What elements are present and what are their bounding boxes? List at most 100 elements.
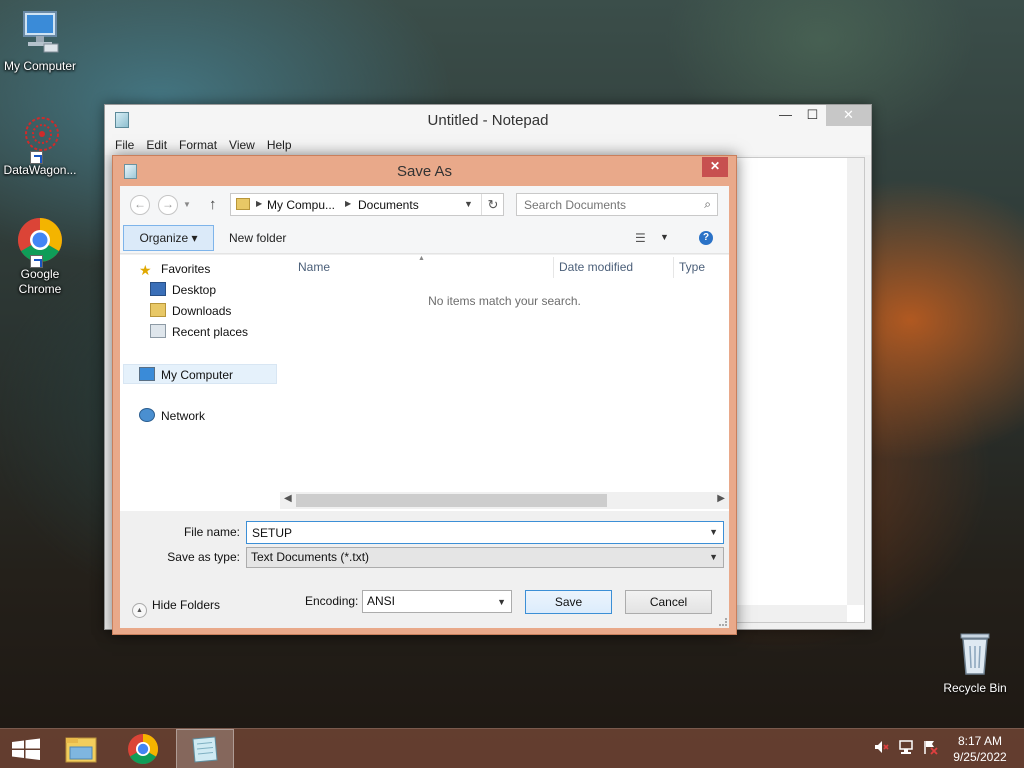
column-header-name[interactable]: Name	[298, 255, 330, 280]
menu-file[interactable]: File	[109, 135, 140, 155]
nav-item-desktop[interactable]: Desktop	[150, 280, 216, 300]
dialog-close-button[interactable]: ✕	[702, 157, 728, 177]
search-input[interactable]	[517, 194, 687, 215]
nav-item-recent-places[interactable]: Recent places	[150, 322, 248, 342]
chevron-right-icon: ▶	[345, 199, 352, 208]
menu-edit[interactable]: Edit	[140, 135, 173, 155]
desktop-icon-my-computer[interactable]: My Computer	[0, 8, 80, 74]
navigation-pane: ★ Favorites Desktop Downloads Recent plac…	[120, 255, 280, 511]
dialog-titlebar[interactable]: Save As ✕	[113, 156, 736, 186]
menu-help[interactable]: Help	[261, 135, 298, 155]
save-button[interactable]: Save	[525, 590, 612, 614]
taskbar-notepad[interactable]	[176, 729, 234, 768]
desktop-icon-label: DataWagon...	[3, 163, 77, 177]
network-status-icon[interactable]	[898, 739, 914, 755]
start-button[interactable]	[0, 729, 58, 768]
shortcut-arrow-icon	[30, 151, 43, 164]
chevron-down-icon[interactable]: ▼	[709, 548, 718, 567]
nav-item-downloads[interactable]: Downloads	[150, 301, 231, 321]
chevron-down-icon[interactable]: ▼	[709, 527, 718, 537]
chevron-down-icon[interactable]: ▼	[464, 199, 473, 209]
save-as-dialog: Save As ✕ ← → ▼ ↑ ▶ My Compu... ▶ Docume…	[112, 155, 737, 635]
refresh-icon[interactable]: ↻	[481, 194, 504, 215]
cancel-button[interactable]: Cancel	[625, 590, 712, 614]
desktop-icon-label: My Computer	[3, 59, 77, 73]
window-title: Untitled - Notepad	[427, 112, 549, 129]
notepad-icon	[192, 736, 218, 763]
search-icon[interactable]: ⌕	[704, 197, 711, 212]
chevron-up-icon: ▲	[132, 603, 147, 618]
view-options-icon[interactable]: ☰	[635, 231, 646, 245]
vertical-scrollbar[interactable]	[847, 158, 864, 605]
back-button[interactable]: ←	[130, 195, 150, 215]
save-as-type-select[interactable]: Text Documents (*.txt) ▼	[246, 547, 724, 568]
desktop-icon-google-chrome[interactable]: Google Chrome	[0, 216, 80, 297]
menu-view[interactable]: View	[223, 135, 261, 155]
empty-message: No items match your search.	[428, 294, 581, 308]
chrome-icon	[128, 734, 159, 765]
desktop-icon-datawagon[interactable]: DataWagon...	[0, 112, 80, 178]
address-bar[interactable]: ▶ My Compu... ▶ Documents ▼ ↻	[230, 193, 504, 216]
action-center-flag-icon[interactable]	[922, 739, 938, 755]
column-header-type[interactable]: Type	[679, 255, 705, 280]
nav-item-network[interactable]: Network	[139, 406, 205, 426]
encoding-value: ANSI	[367, 594, 396, 608]
chevron-left-icon[interactable]: ◀	[284, 493, 292, 504]
file-name-field[interactable]	[247, 522, 697, 543]
maximize-button[interactable]: ☐	[799, 105, 826, 126]
nav-item-label: Favorites	[161, 262, 211, 276]
forward-button[interactable]: →	[158, 195, 178, 215]
nav-item-my-computer[interactable]: My Computer	[123, 364, 277, 384]
file-list-horizontal-scrollbar[interactable]: ◀ ▶	[280, 492, 729, 509]
menu-format[interactable]: Format	[173, 135, 223, 155]
organize-button[interactable]: Organize ▾	[123, 225, 214, 251]
resize-grip[interactable]	[719, 618, 727, 626]
dialog-title: Save As	[396, 163, 453, 180]
file-explorer-icon	[65, 737, 97, 763]
system-clock[interactable]: 8:17 AM 9/25/2022	[946, 733, 1014, 765]
search-box[interactable]: ⌕	[516, 193, 718, 216]
breadcrumb-my-computer[interactable]: My Compu...	[267, 198, 335, 212]
datawagon-icon	[16, 112, 64, 164]
speaker-muted-icon[interactable]	[873, 739, 889, 755]
nav-item-label: Downloads	[172, 304, 232, 318]
computer-icon	[139, 367, 155, 381]
desktop-icon-recycle-bin[interactable]: Recycle Bin	[937, 630, 1013, 695]
menu-bar: File Edit Format View Help	[105, 135, 871, 155]
file-name-combobox[interactable]: ▼	[246, 521, 724, 544]
column-header-date-modified[interactable]: Date modified	[559, 255, 633, 280]
help-icon[interactable]: ?	[699, 231, 713, 245]
clock-time: 8:17 AM	[957, 734, 1003, 748]
downloads-folder-icon	[150, 303, 166, 317]
minimize-button[interactable]: —	[772, 105, 799, 126]
scrollbar-thumb[interactable]	[296, 494, 607, 507]
sort-ascending-icon: ▲	[418, 255, 425, 262]
close-button[interactable]: ✕	[826, 105, 871, 126]
breadcrumb-documents[interactable]: Documents	[358, 198, 419, 212]
nav-item-label: Recent places	[172, 325, 249, 339]
save-as-type-label: Save as type:	[167, 550, 240, 564]
nav-item-label: Network	[161, 409, 206, 423]
up-arrow-icon[interactable]: ↑	[209, 196, 217, 213]
notepad-titlebar[interactable]: Untitled - Notepad — ☐ ✕	[105, 105, 871, 135]
hide-folders-button[interactable]: ▲ Hide Folders	[132, 598, 220, 618]
shortcut-arrow-icon	[30, 255, 43, 268]
taskbar-chrome[interactable]	[114, 729, 172, 768]
save-fields: File name: ▼ Save as type: Text Document…	[120, 514, 729, 628]
file-list-pane: Name ▲ Date modified Type No items match…	[280, 255, 729, 511]
new-folder-button[interactable]: New folder	[229, 231, 286, 245]
recent-places-icon	[150, 324, 166, 338]
address-row: ← → ▼ ↑ ▶ My Compu... ▶ Documents ▼ ↻ ⌕	[120, 186, 729, 224]
chevron-down-icon[interactable]: ▼	[497, 592, 506, 613]
recent-locations-dropdown[interactable]: ▼	[183, 200, 191, 209]
chevron-right-icon[interactable]: ▶	[717, 493, 725, 504]
desktop-icon-label: Google Chrome	[18, 267, 62, 296]
taskbar-file-explorer[interactable]	[52, 729, 110, 768]
save-as-type-value: Text Documents (*.txt)	[251, 550, 370, 564]
encoding-select[interactable]: ANSI ▼	[362, 590, 512, 613]
desktop-icon	[150, 282, 166, 296]
chevron-down-icon[interactable]: ▼	[660, 232, 669, 242]
nav-item-favorites[interactable]: ★ Favorites	[139, 259, 210, 279]
dialog-body: ← → ▼ ↑ ▶ My Compu... ▶ Documents ▼ ↻ ⌕ …	[120, 186, 729, 628]
folder-icon	[236, 198, 250, 210]
